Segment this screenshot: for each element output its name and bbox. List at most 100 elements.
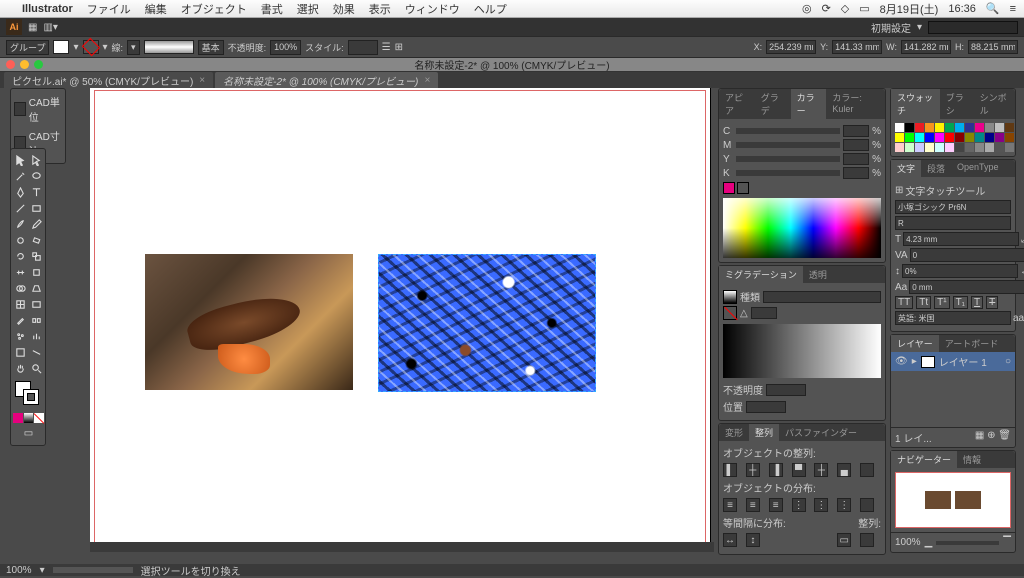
navigator-panel[interactable]: ナビゲーター情報 100% ▁ ▔ bbox=[890, 450, 1016, 553]
swatch[interactable] bbox=[915, 123, 924, 132]
align-vcenter-icon[interactable]: ┼ bbox=[814, 463, 828, 477]
swatch[interactable] bbox=[995, 133, 1004, 142]
font-size-field[interactable] bbox=[903, 232, 1019, 246]
menu-view[interactable]: 表示 bbox=[369, 1, 391, 17]
swatch[interactable] bbox=[925, 143, 934, 152]
underline-icon[interactable]: T bbox=[971, 296, 983, 309]
swatch[interactable] bbox=[925, 123, 934, 132]
transform-icon[interactable]: ⊞ bbox=[395, 42, 403, 53]
menu-window[interactable]: ウィンドウ bbox=[405, 1, 460, 17]
stroke-profile[interactable] bbox=[144, 40, 194, 54]
stroke-menu-icon[interactable]: ▾ bbox=[103, 42, 108, 53]
swatch[interactable] bbox=[965, 133, 974, 142]
menu-type[interactable]: 書式 bbox=[261, 1, 283, 17]
app-menu[interactable]: Illustrator bbox=[22, 3, 73, 15]
swatch[interactable] bbox=[945, 123, 954, 132]
wifi-icon[interactable]: ◇ bbox=[841, 2, 849, 15]
close-icon[interactable]: × bbox=[199, 75, 205, 86]
artboard-tool[interactable] bbox=[13, 345, 28, 360]
language-field[interactable] bbox=[895, 311, 1011, 325]
layer-row[interactable]: 👁 ▸ レイヤー 1 ○ bbox=[891, 352, 1015, 371]
zoom-tool[interactable] bbox=[29, 361, 44, 376]
zoom-slider[interactable] bbox=[936, 541, 999, 545]
free-transform-tool[interactable] bbox=[29, 265, 44, 280]
dist-vcenter-icon[interactable]: ≡ bbox=[746, 498, 760, 512]
scale-tool[interactable] bbox=[29, 249, 44, 264]
zoom-window-icon[interactable] bbox=[34, 60, 43, 69]
eyedropper-tool[interactable] bbox=[13, 313, 28, 328]
swatch[interactable] bbox=[905, 123, 914, 132]
spotlight-icon[interactable]: 🔍 bbox=[986, 2, 1000, 15]
menu-help[interactable]: ヘルプ bbox=[474, 1, 507, 17]
w-field[interactable] bbox=[901, 40, 951, 54]
battery-icon[interactable]: ▭ bbox=[859, 2, 869, 15]
menu-select[interactable]: 選択 bbox=[297, 1, 319, 17]
stroke-weight[interactable]: ▾ bbox=[127, 40, 140, 55]
rotate-tool[interactable] bbox=[13, 249, 28, 264]
status-scroll[interactable] bbox=[53, 567, 133, 573]
pen-tool[interactable] bbox=[13, 185, 28, 200]
opacity-value[interactable]: 100% bbox=[270, 40, 301, 55]
none-icon[interactable] bbox=[723, 306, 737, 320]
fill-menu-icon[interactable]: ▾ bbox=[73, 42, 78, 53]
zoom-out-icon[interactable]: ▁ bbox=[925, 537, 933, 548]
dist-right-icon[interactable]: ⋮ bbox=[837, 498, 851, 512]
placed-image-2-selected[interactable] bbox=[378, 254, 596, 392]
color-mode-icon[interactable] bbox=[13, 410, 44, 425]
swatch[interactable] bbox=[945, 133, 954, 142]
fill-chip[interactable] bbox=[723, 182, 735, 194]
stroke-chip[interactable] bbox=[737, 182, 749, 194]
zoom-in-icon[interactable]: ▔ bbox=[1003, 537, 1011, 548]
swatch[interactable] bbox=[975, 143, 984, 152]
screen-mode-icon[interactable]: ▭ bbox=[13, 426, 44, 441]
h-scrollbar[interactable] bbox=[90, 542, 714, 552]
fill-swatch[interactable] bbox=[53, 40, 69, 54]
visibility-icon[interactable]: 👁 bbox=[895, 356, 908, 367]
h-field[interactable] bbox=[968, 40, 1018, 54]
dist-left-icon[interactable]: ⋮ bbox=[792, 498, 806, 512]
lasso-tool[interactable] bbox=[29, 169, 44, 184]
superscript-icon[interactable]: T¹ bbox=[934, 296, 949, 309]
align-icon[interactable]: ☰ bbox=[382, 42, 391, 53]
layers-panel[interactable]: レイヤーアートボード 👁 ▸ レイヤー 1 ○ 1 レイ... ▦ ⊕ 🗑 bbox=[890, 334, 1016, 448]
swatch[interactable] bbox=[995, 123, 1004, 132]
close-window-icon[interactable] bbox=[6, 60, 15, 69]
align-right-icon[interactable]: ▐ bbox=[769, 463, 783, 477]
space-v-icon[interactable]: ↕ bbox=[746, 533, 760, 547]
minimize-window-icon[interactable] bbox=[20, 60, 29, 69]
type-tool[interactable] bbox=[29, 185, 44, 200]
swatch[interactable] bbox=[895, 123, 904, 132]
style-value[interactable] bbox=[348, 40, 378, 55]
swatch[interactable] bbox=[915, 133, 924, 142]
mac-menubar[interactable]: Illustrator ファイル 編集 オブジェクト 書式 選択 効果 表示 ウ… bbox=[0, 0, 1024, 18]
smallcaps-icon[interactable]: Tt bbox=[916, 296, 931, 309]
swatch[interactable] bbox=[905, 143, 914, 152]
layer-name[interactable]: レイヤー 1 bbox=[939, 354, 987, 369]
artboard[interactable] bbox=[90, 88, 710, 548]
gradient-chip[interactable] bbox=[723, 290, 737, 304]
search-input[interactable] bbox=[928, 21, 1018, 34]
align-hcenter-icon[interactable]: ┼ bbox=[746, 463, 760, 477]
stroke-swatch[interactable] bbox=[83, 40, 99, 54]
swatch[interactable] bbox=[955, 133, 964, 142]
selection-tool[interactable] bbox=[13, 153, 28, 168]
kerning-field[interactable] bbox=[910, 248, 1024, 262]
align-to-icon[interactable]: ▭ bbox=[837, 533, 851, 547]
swatch[interactable] bbox=[895, 143, 904, 152]
swatch[interactable] bbox=[1005, 133, 1014, 142]
y-field[interactable] bbox=[832, 40, 882, 54]
notif-icon[interactable]: ≡ bbox=[1010, 3, 1016, 15]
blend-tool[interactable] bbox=[29, 313, 44, 328]
mesh-tool[interactable] bbox=[13, 297, 28, 312]
align-panel[interactable]: 変形整列パスファインダー オブジェクトの整列: ▌┼▐▀┼▄ オブジェクトの分布… bbox=[718, 423, 886, 555]
gradient-panel[interactable]: ミグラデーション透明 種類 △ 不透明度 位置 bbox=[718, 265, 886, 421]
sync-icon[interactable]: ⟳ bbox=[822, 2, 831, 15]
character-panel[interactable]: 文字段落OpenType ⊞文字タッチツール T⤢ VAVA ↕↔ Aa⟲ TT… bbox=[890, 159, 1016, 332]
menu-file[interactable]: ファイル bbox=[87, 1, 131, 17]
fill-stroke-selector[interactable] bbox=[13, 381, 44, 409]
swatch[interactable] bbox=[995, 143, 1004, 152]
cad-unit-icon[interactable] bbox=[14, 102, 26, 116]
space-h-icon[interactable]: ↔ bbox=[723, 533, 737, 547]
navigator-thumb[interactable] bbox=[895, 472, 1011, 528]
subscript-icon[interactable]: T₁ bbox=[953, 296, 968, 309]
